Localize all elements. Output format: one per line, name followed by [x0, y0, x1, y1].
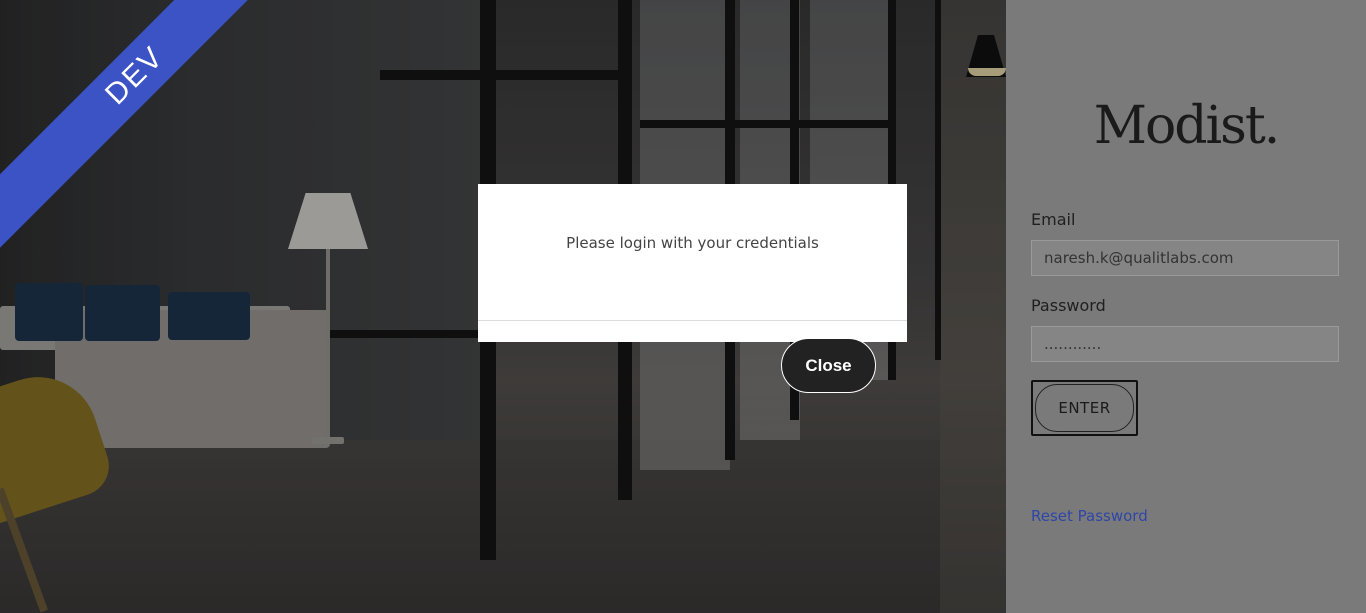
environment-ribbon: DEV	[0, 0, 300, 300]
enter-button[interactable]: ENTER	[1031, 380, 1138, 436]
reset-password-link[interactable]: Reset Password	[1031, 507, 1148, 525]
alert-modal: Please login with your credentials	[478, 184, 907, 342]
password-value: ............	[1044, 335, 1102, 353]
modal-divider	[478, 320, 907, 321]
ribbon-band: DEV	[0, 0, 300, 258]
modal-message: Please login with your credentials	[566, 234, 819, 252]
brand-logo: Modist.	[1093, 96, 1281, 156]
password-label: Password	[1031, 296, 1106, 315]
ribbon-label: DEV	[99, 40, 171, 112]
password-field[interactable]: ............	[1031, 326, 1339, 362]
close-button[interactable]: Close	[781, 338, 876, 393]
email-value: naresh.k@qualitlabs.com	[1044, 249, 1234, 267]
email-field[interactable]: naresh.k@qualitlabs.com	[1031, 240, 1339, 276]
login-panel: Modist. Email naresh.k@qualitlabs.com Pa…	[1006, 0, 1366, 613]
email-label: Email	[1031, 210, 1076, 229]
